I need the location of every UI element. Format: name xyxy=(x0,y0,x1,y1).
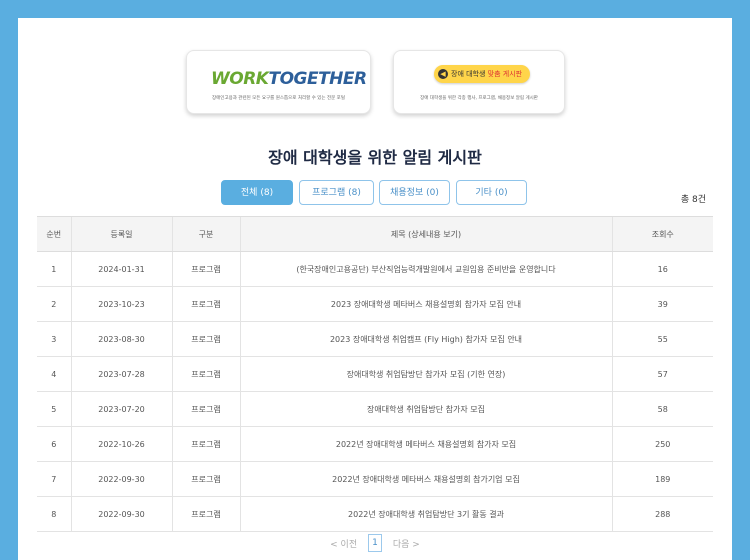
row-views: 57 xyxy=(611,356,713,392)
row-category: 프로그램 xyxy=(171,321,240,357)
table-row[interactable]: 7 2022-09-30 프로그램 2022년 장애대학생 메타버스 채용설명회… xyxy=(37,461,713,497)
pagination: < 이전 1 다음 > xyxy=(18,534,732,552)
row-date: 2023-10-23 xyxy=(70,286,172,322)
row-number: 8 xyxy=(37,496,71,532)
row-views: 288 xyxy=(611,496,713,532)
row-views: 39 xyxy=(611,286,713,322)
work-together-caption: 장애인고용과 관련된 모든 요구를 원스톱으로 처리할 수 있는 전문 포털 xyxy=(212,96,345,101)
info-board-badge: ◀ 장애 대학생 맞춤 게시판 xyxy=(434,65,531,83)
total-count: 총 8건 xyxy=(680,195,706,205)
megaphone-icon: ◀ xyxy=(438,69,448,79)
info-board-banner[interactable]: ◀ 장애 대학생 맞춤 게시판 장애 대학생을 위한 각종 행사, 프로그램, 채… xyxy=(393,50,565,114)
tab-recruit[interactable]: 채용정보 (0) xyxy=(379,180,450,205)
row-title-link[interactable]: (한국장애인고용공단) 부산직업능력개발원에서 교원임용 준비반을 운영합니다 xyxy=(239,251,612,287)
row-number: 5 xyxy=(37,391,71,427)
row-views: 16 xyxy=(611,251,713,287)
row-title-link[interactable]: 2022년 장애대학생 메타버스 채용설명회 참가기업 모집 xyxy=(239,461,612,497)
notice-table: 순번 등록일 구분 제목 (상세내용 보기) 조회수 1 2024-01-31 … xyxy=(37,216,713,532)
row-title-link[interactable]: 2022년 장애대학생 메타버스 채용설명회 참가자 모집 xyxy=(239,426,612,462)
row-views: 55 xyxy=(611,321,713,357)
table-row[interactable]: 6 2022-10-26 프로그램 2022년 장애대학생 메타버스 채용설명회… xyxy=(37,426,713,462)
table-row[interactable]: 3 2023-08-30 프로그램 2023 장애대학생 취업캠프 (Fly H… xyxy=(37,321,713,357)
row-date: 2023-08-30 xyxy=(70,321,172,357)
row-date: 2022-10-26 xyxy=(70,426,172,462)
row-views: 250 xyxy=(611,426,713,462)
row-date: 2024-01-31 xyxy=(70,251,172,287)
row-number: 7 xyxy=(37,461,71,497)
row-views: 189 xyxy=(611,461,713,497)
table-row[interactable]: 8 2022-09-30 프로그램 2022년 장애대학생 취업탐방단 3기 활… xyxy=(37,496,713,532)
row-date: 2023-07-20 xyxy=(70,391,172,427)
row-number: 1 xyxy=(37,251,71,287)
row-category: 프로그램 xyxy=(171,251,240,287)
row-category: 프로그램 xyxy=(171,391,240,427)
column-header: 조회수 xyxy=(611,216,713,252)
row-date: 2022-09-30 xyxy=(70,461,172,497)
row-title-link[interactable]: 2023 장애대학생 메타버스 채용설명회 참가자 모집 안내 xyxy=(239,286,612,322)
row-category: 프로그램 xyxy=(171,496,240,532)
row-views: 58 xyxy=(611,391,713,427)
row-date: 2023-07-28 xyxy=(70,356,172,392)
page-title: 장애 대학생을 위한 알림 게시판 xyxy=(268,148,482,167)
work-together-banner[interactable]: WORKTOGETHER 장애인고용과 관련된 모든 요구를 원스톱으로 처리할… xyxy=(186,50,371,114)
row-title-link[interactable]: 2022년 장애대학생 취업탐방단 3기 활동 결과 xyxy=(239,496,612,532)
row-number: 6 xyxy=(37,426,71,462)
row-title-link[interactable]: 장애대학생 취업탐방단 참가자 모집 xyxy=(239,391,612,427)
column-header: 순번 xyxy=(37,216,71,252)
column-header: 구분 xyxy=(171,216,240,252)
column-header: 등록일 xyxy=(70,216,172,252)
tab-all[interactable]: 전체 (8) xyxy=(221,180,293,205)
content-panel: WORKTOGETHER 장애인고용과 관련된 모든 요구를 원스톱으로 처리할… xyxy=(18,18,732,560)
next-page-link[interactable]: 다음 > xyxy=(393,537,420,550)
row-category: 프로그램 xyxy=(171,356,240,392)
row-category: 프로그램 xyxy=(171,286,240,322)
prev-page-link[interactable]: < 이전 xyxy=(330,537,357,550)
row-date: 2022-09-30 xyxy=(70,496,172,532)
row-title-link[interactable]: 2023 장애대학생 취업캠프 (Fly High) 참가자 모집 안내 xyxy=(239,321,612,357)
row-title-link[interactable]: 장애대학생 취업탐방단 참가자 모집 (기한 연장) xyxy=(239,356,612,392)
column-header: 제목 (상세내용 보기) xyxy=(239,216,612,252)
table-row[interactable]: 5 2023-07-20 프로그램 장애대학생 취업탐방단 참가자 모집 58 xyxy=(37,391,713,427)
banner-area: WORKTOGETHER 장애인고용과 관련된 모든 요구를 원스톱으로 처리할… xyxy=(18,50,732,114)
row-number: 2 xyxy=(37,286,71,322)
work-together-logo: WORKTOGETHER xyxy=(211,69,367,89)
table-row[interactable]: 4 2023-07-28 프로그램 장애대학생 취업탐방단 참가자 모집 (기한… xyxy=(37,356,713,392)
table-header-row: 순번 등록일 구분 제목 (상세내용 보기) 조회수 xyxy=(37,216,713,252)
current-page[interactable]: 1 xyxy=(368,534,382,552)
row-category: 프로그램 xyxy=(171,461,240,497)
row-number: 4 xyxy=(37,356,71,392)
row-category: 프로그램 xyxy=(171,426,240,462)
table-row[interactable]: 1 2024-01-31 프로그램 (한국장애인고용공단) 부산직업능력개발원에… xyxy=(37,251,713,287)
row-number: 3 xyxy=(37,321,71,357)
tab-etc[interactable]: 기타 (0) xyxy=(456,180,527,205)
info-board-caption: 장애 대학생을 위한 각종 행사, 프로그램, 채용정보 알림 게시판 xyxy=(420,96,538,101)
tab-program[interactable]: 프로그램 (8) xyxy=(299,180,374,205)
table-row[interactable]: 2 2023-10-23 프로그램 2023 장애대학생 메타버스 채용설명회 … xyxy=(37,286,713,322)
